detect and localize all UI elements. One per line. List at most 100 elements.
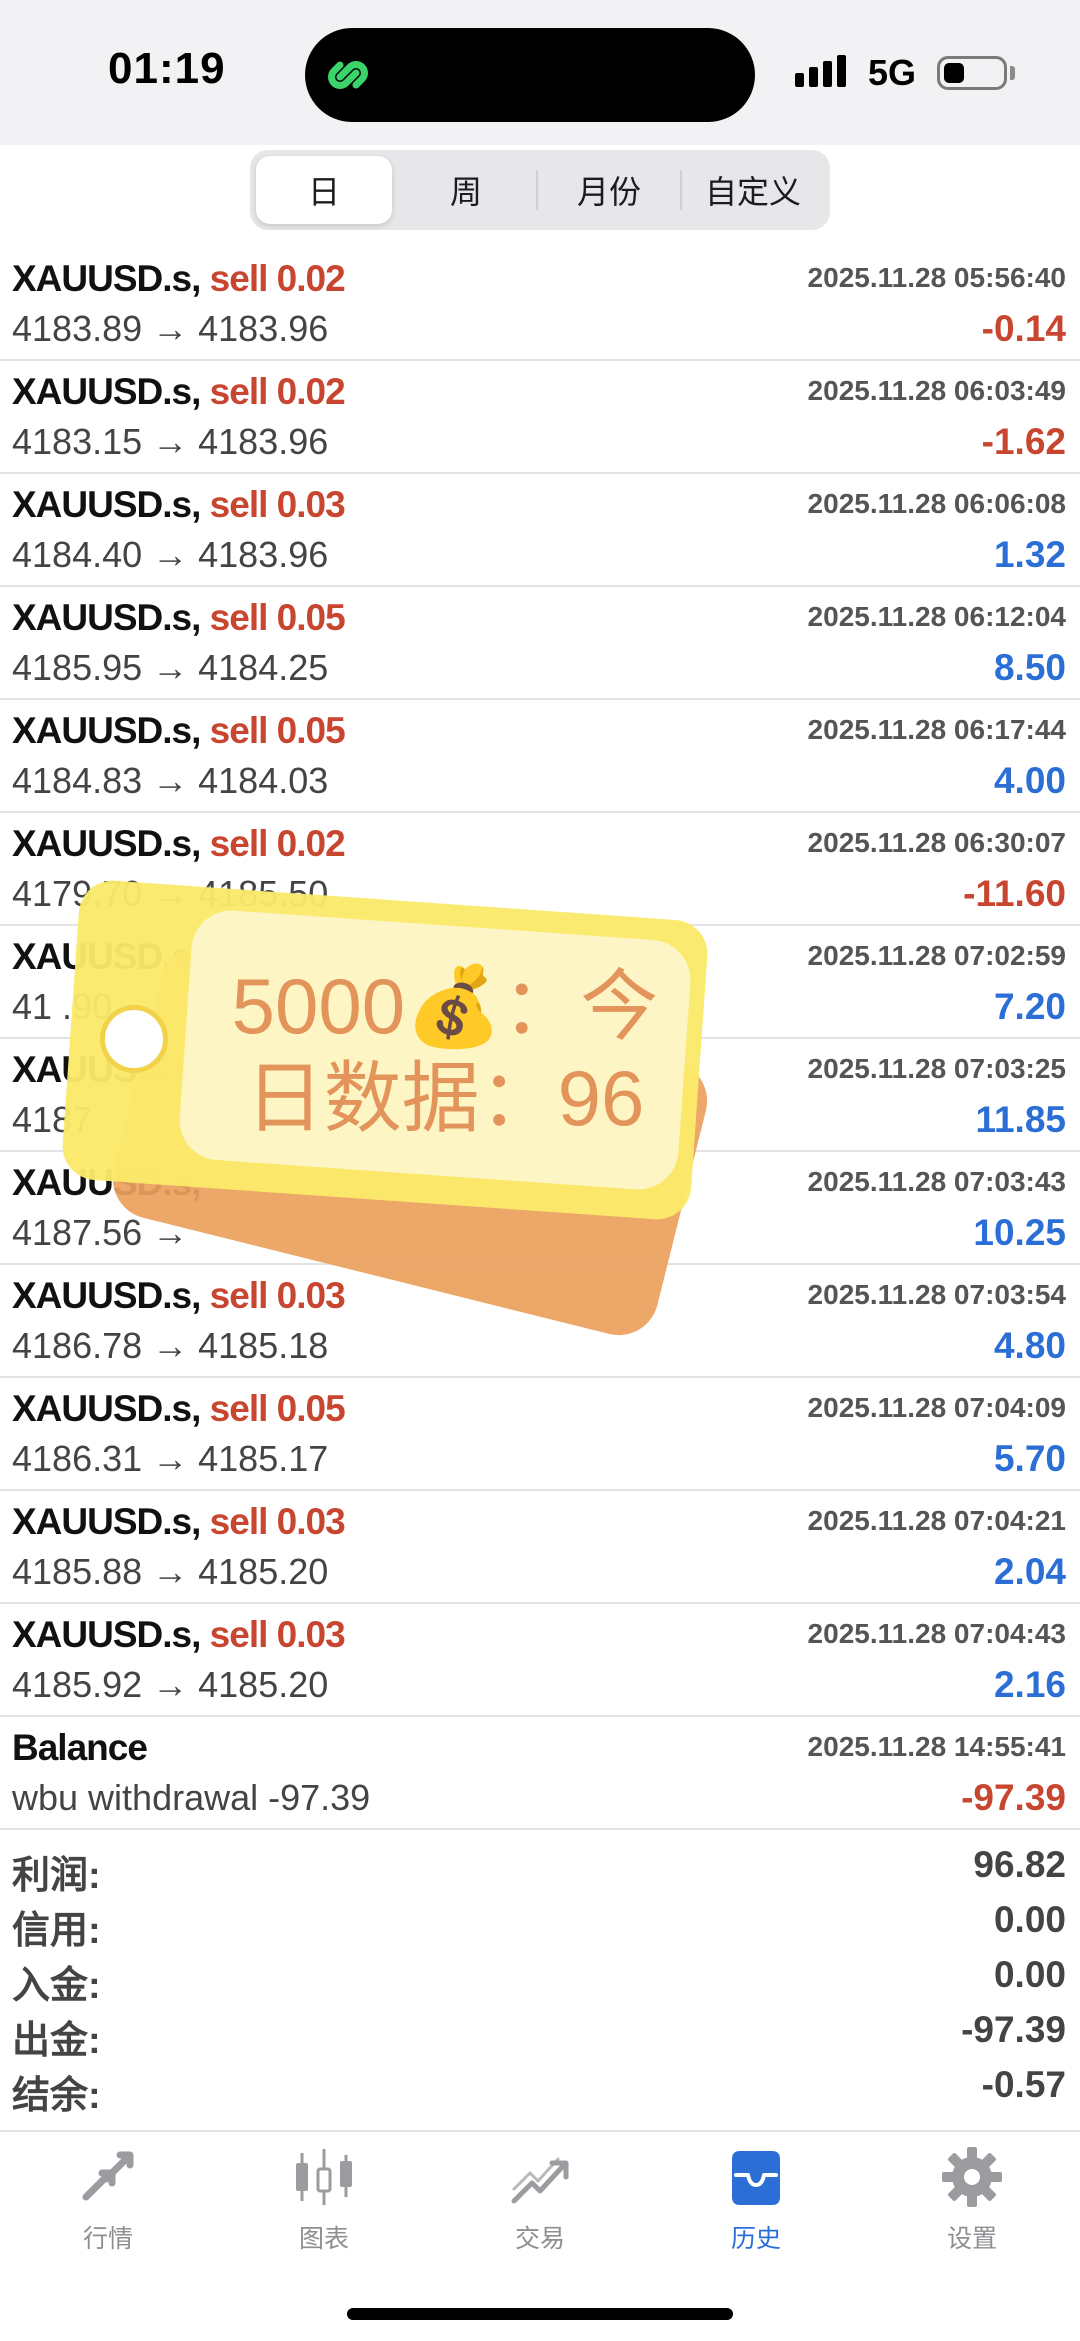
trade-prices: wbu withdrawal -97.39 [12,1777,371,1818]
trade-profit: -1.62 [981,421,1066,462]
symbol-text: XAUUSD.s, [12,484,201,525]
trade-side: sell 0.02 [209,371,346,412]
segment-day[interactable]: 日 [256,156,392,224]
summary-label: 出金: [12,2020,101,2062]
segment-week[interactable]: 周 [396,156,536,224]
tab-label: 图表 [298,2225,349,2253]
trade-symbol: XAUUSD.s, sell 0.02 [12,258,346,300]
trade-time: 2025.11.28 06:06:08 [807,488,1066,519]
trade-time: 2025.11.28 06:12:04 [807,601,1066,632]
summary-label: 结余: [12,2075,101,2117]
trade-side: sell 0.05 [209,1388,346,1429]
trade-symbol: XAUUSD.s, sell 0.02 [12,371,346,413]
summary-label: 利润: [12,1855,101,1897]
link-app-icon [328,61,368,89]
home-indicator[interactable] [347,2308,733,2320]
trade-symbol: Balance [12,1727,148,1769]
summary-row: 出金: -97.39 [0,2005,1080,2062]
trade-symbol: XAUUSD.s, sell 0.03 [12,1614,346,1656]
summary-value: 0.00 [993,1954,1066,1995]
symbol-text: XAUUSD.s, [12,936,201,977]
summary-label: 入金: [12,1965,101,2007]
trade-row[interactable]: Balance 2025.11.28 14:55:41 wbu withdrawa… [0,1717,1080,1830]
trade-profit: 8.50 [993,647,1066,688]
trade-prices: 41 .90 [12,986,113,1027]
trade-time: 2025.11.28 07:03:43 [807,1166,1066,1197]
trade-row[interactable]: XAUUSD.s, sell 0.03 2025.11.28 07:04:43 41… [0,1604,1080,1717]
cellular-signal-icon [795,55,846,87]
symbol-text: XAUUSD.s, [12,823,201,864]
tab-label: 行情 [82,2225,133,2253]
tab-charts[interactable]: 图表 [254,2145,394,2260]
bottom-tab-bar: 行情 图表 交易 历史 设置 [0,2135,1080,2260]
trade-row[interactable]: XAUUSD.s, 2025.11.28 07:02:59 41 .90 7.20 [0,926,1080,1039]
gear-icon [942,2147,1002,2207]
symbol-text: XAUUSD.s, [12,371,201,412]
trade-prices: 4183.15 → 4183.96 [12,421,329,462]
segment-month[interactable]: 月份 [538,156,680,224]
trade-row[interactable]: XAUUSD.s, sell 0.02 2025.11.28 05:56:40 41… [0,248,1080,361]
trade-row[interactable]: XAUUSD.s, sell 0.03 2025.11.28 07:04:21 41… [0,1491,1080,1604]
trade-profit: -11.60 [963,873,1066,914]
trade-profit: 5.70 [993,1438,1066,1479]
trade-side: sell 0.02 [209,258,346,299]
trade-prices: 4184.40 → 4183.96 [12,534,329,575]
symbol-text: XAUUSD.s, [12,1501,201,1542]
trade-prices: 4187.56 → [12,1212,189,1253]
trade-side: sell 0.03 [209,484,346,525]
summary-value: 96.82 [973,1844,1066,1885]
status-bar: 01:19 5G [0,0,1080,145]
trade-symbol: XAUUSD.s, sell 0.05 [12,597,346,639]
trade-row[interactable]: XAUUSD.s, sell 0.05 2025.11.28 06:17:44 41… [0,700,1080,813]
trade-row[interactable]: XAUUSD.s, 2025.11.28 07:03:25 4187 11.85 [0,1039,1080,1152]
trade-prices: 4186.78 → 4185.18 [12,1325,329,1366]
summary-row: 结余: -0.57 [0,2060,1080,2117]
trade-prices: 4185.88 → 4185.20 [12,1551,329,1592]
network-type: 5G [868,52,917,93]
trade-profit: 2.16 [993,1664,1066,1705]
segment-custom[interactable]: 自定义 [682,156,824,224]
symbol-text: XAUUSD.s, [12,258,201,299]
trade-symbol: XAUUSD.s, [12,1162,201,1204]
trade-profit: 4.00 [993,760,1066,801]
trade-time: 2025.11.28 06:30:07 [807,827,1066,858]
trade-prices: 4179.70 → 4185.50 [12,873,329,914]
summary-row: 信用: 0.00 [0,1895,1080,1952]
trade-symbol: XAUUSD.s, [12,1049,201,1091]
trade-row[interactable]: XAUUSD.s, sell 0.02 2025.11.28 06:30:07 41… [0,813,1080,926]
symbol-text: XAUUSD.s, [12,1162,201,1203]
trade-prices: 4186.31 → 4185.17 [12,1438,329,1479]
account-summary: 利润: 96.82 信用: 0.00 入金: 0.00 出金: -97.39 结余: -0.57 [0,1840,1080,2117]
trade-prices: 4187 [12,1099,93,1140]
trade-prices: 4185.95 → 4184.25 [12,647,329,688]
trade-row[interactable]: XAUUSD.s, 2025.11.28 07:03:43 4187.56 → 10… [0,1152,1080,1265]
trade-profit: 11.85 [975,1099,1066,1140]
tab-settings[interactable]: 设置 [902,2145,1042,2260]
trade-row[interactable]: XAUUSD.s, sell 0.05 2025.11.28 07:04:09 41… [0,1378,1080,1491]
trade-row[interactable]: XAUUSD.s, sell 0.03 2025.11.28 06:06:08 41… [0,474,1080,587]
trade-side: sell 0.02 [209,823,346,864]
symbol-text: Balance [12,1727,148,1768]
trade-trend-icon [511,2157,569,2204]
trade-side: sell 0.03 [209,1614,346,1655]
history-inbox-icon [732,2151,780,2205]
trade-symbol: XAUUSD.s, sell 0.02 [12,823,346,865]
trade-time: 2025.11.28 06:03:49 [807,375,1066,406]
trade-profit: 1.32 [993,534,1066,575]
trade-row[interactable]: XAUUSD.s, sell 0.03 2025.11.28 07:03:54 41… [0,1265,1080,1378]
summary-value: 0.00 [993,1899,1066,1940]
battery-icon [937,56,1007,90]
trade-symbol: XAUUSD.s, [12,936,201,978]
trade-row[interactable]: XAUUSD.s, sell 0.05 2025.11.28 06:12:04 41… [0,587,1080,700]
trade-side: sell 0.03 [209,1275,346,1316]
tab-quotes[interactable]: 行情 [38,2145,178,2260]
trade-time: 2025.11.28 14:55:41 [807,1731,1066,1762]
trade-history-list: XAUUSD.s, sell 0.02 2025.11.28 05:56:40 41… [0,248,1080,1830]
trade-time: 2025.11.28 07:04:21 [807,1505,1066,1536]
tab-trade[interactable]: 交易 [470,2145,610,2260]
trade-row[interactable]: XAUUSD.s, sell 0.02 2025.11.28 06:03:49 41… [0,361,1080,474]
tab-history[interactable]: 历史 [686,2145,826,2260]
candlestick-chart-icon [296,2149,352,2205]
summary-value: -97.39 [961,2009,1066,2050]
trade-time: 2025.11.28 07:03:25 [807,1053,1066,1084]
